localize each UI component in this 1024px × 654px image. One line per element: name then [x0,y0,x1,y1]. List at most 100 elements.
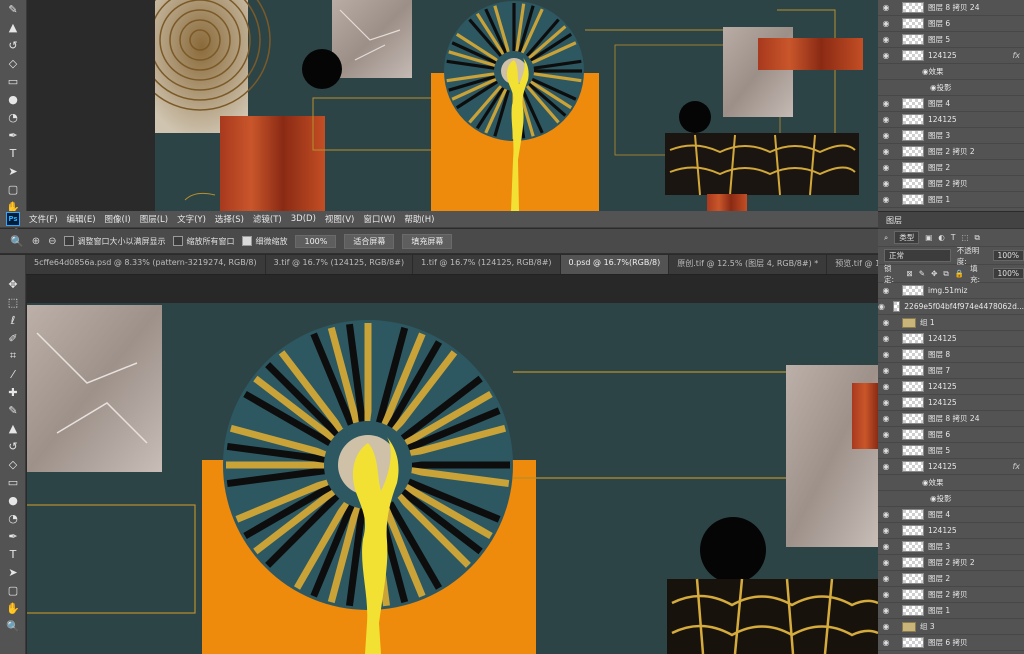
eye-icon[interactable]: ◉ [878,526,894,535]
eye-icon[interactable]: ◉ [878,302,885,311]
layer-row[interactable]: ◉ 图层 1 [878,603,1024,619]
layer-row[interactable]: ◉ 图层 1 [878,192,1024,208]
eye-icon[interactable]: ◉ [878,3,894,12]
layer-row[interactable]: ◉ 124125 [878,395,1024,411]
eye-icon[interactable]: ◉ [878,542,894,551]
menu-layer[interactable]: 图层(L) [140,213,168,225]
eye-icon[interactable]: ◉ [878,622,894,631]
layer-row[interactable]: ◉ 图层 4 [878,507,1024,523]
dodge-icon[interactable]: ◔ [0,509,26,527]
layer-row[interactable]: ◉ 图层 8 拷贝 24 [878,411,1024,427]
document-tab[interactable]: 5cffe64d0856a.psd @ 8.33% (pattern-32192… [26,255,266,274]
pen-icon[interactable]: ✒ [0,527,26,545]
layer-row[interactable]: ◉ 效果 [878,64,1024,80]
menu-type[interactable]: 文字(Y) [177,213,206,225]
eye-icon[interactable]: ◉ [878,414,894,423]
layer-row[interactable]: ◉ 投影 [878,80,1024,96]
layer-row[interactable]: ◉组 3 [878,208,1024,211]
document-tab[interactable]: 原创.tif @ 12.5% (图层 4, RGB/8#) * [669,255,828,274]
blur-icon[interactable]: ● [0,491,26,509]
zoom-all-windows-checkbox[interactable]: 缩放所有窗口 [173,236,234,247]
eye-icon[interactable]: ◉ [878,286,894,295]
healing-icon[interactable]: ✚ [0,383,26,401]
zoom-tool-icon[interactable]: 🔍 [10,235,24,248]
path-select-icon[interactable]: ➤ [0,162,26,180]
eye-icon[interactable]: ◉ [878,510,894,519]
layer-row[interactable]: ◉ 图层 5 [878,32,1024,48]
lock-move-icon[interactable]: ✥ [931,269,937,278]
layer-row[interactable]: ◉ img.51miz [878,283,1024,299]
lock-transparent-icon[interactable]: ⊠ [906,269,912,278]
lock-all-icon[interactable]: 🔒 [955,269,964,278]
layer-row[interactable]: ◉ 图层 5 [878,443,1024,459]
layer-row[interactable]: ◉ 图层 2 拷贝 2 [878,144,1024,160]
eraser-icon[interactable]: ◇ [0,54,26,72]
stamp-icon[interactable]: ▲ [0,419,26,437]
layer-row[interactable]: ◉ 图层 8 [878,347,1024,363]
lock-paint-icon[interactable]: ✎ [919,269,925,278]
layer-row[interactable]: ◉ 图层 8 拷贝 24 [878,0,1024,16]
path-select-icon[interactable]: ➤ [0,563,26,581]
filter-type-icon[interactable]: T [951,233,956,242]
quick-select-icon[interactable]: ✐ [0,329,26,347]
eye-icon[interactable]: ◉ [878,590,894,599]
gradient-icon[interactable]: ▭ [0,473,26,491]
layer-row[interactable]: ◉ 图层 6 拷贝 [878,635,1024,651]
menu-edit[interactable]: 编辑(E) [67,213,96,225]
fit-screen-button[interactable]: 适合屏幕 [344,233,395,249]
layer-row[interactable]: ◉ 图层 2 拷贝 [878,587,1024,603]
move-icon[interactable]: ✥ [0,275,26,293]
menu-select[interactable]: 选择(S) [215,213,244,225]
eye-icon[interactable]: ◉ [878,35,894,44]
zoom-in-icon[interactable]: ⊕ [32,236,40,247]
crop-icon[interactable]: ⌗ [0,347,26,365]
eye-icon[interactable]: ◉ [878,131,894,140]
document-tab[interactable]: 预览.tif @ 12.5% [827,255,878,274]
hand-icon[interactable]: ✋ [0,599,26,617]
eye-icon[interactable]: ◉ [878,334,894,343]
layer-row[interactable]: ◉ 投影 [878,491,1024,507]
eye-icon[interactable]: ◉ [878,574,894,583]
layer-row[interactable]: ◉ 124125 [878,379,1024,395]
layer-row[interactable]: ◉ 图层 3 [878,539,1024,555]
layer-row[interactable]: ◉ 2269e5f04bf4f974e4478062d... [878,299,1024,315]
layer-row[interactable]: ◉ 124125 [878,112,1024,128]
document-tab[interactable]: 0.psd @ 16.7%(RGB/8) [560,255,670,274]
layer-row[interactable]: ◉ 图层 7 [878,363,1024,379]
brush-icon[interactable]: ✎ [0,0,26,18]
eye-icon[interactable]: ◉ [878,638,894,647]
filter-adjust-icon[interactable]: ◐ [938,233,945,242]
lock-artboard-icon[interactable]: ⧉ [943,269,948,279]
layer-row[interactable]: ◉ 124125 [878,523,1024,539]
type-icon[interactable]: T [0,545,26,563]
eye-icon[interactable]: ◉ [878,606,894,615]
layer-row[interactable]: ◉ 效果 [878,475,1024,491]
eye-icon[interactable]: ◉ [878,350,894,359]
menu-filter[interactable]: 滤镜(T) [253,213,282,225]
eye-icon[interactable]: ◉ [878,195,894,204]
eye-icon[interactable]: ◉ [878,430,894,439]
layer-effects-badge[interactable]: fx [1012,51,1020,60]
document-tab[interactable]: 3.tif @ 16.7% (124125, RGB/8#) [266,255,414,274]
fill-screen-button[interactable]: 填充屏幕 [402,233,453,249]
layer-row[interactable]: ◉ 图层 2 拷贝 [878,176,1024,192]
eye-icon[interactable]: ◉ [878,147,894,156]
brush-icon[interactable]: ✎ [0,401,26,419]
layer-filter-select[interactable]: 类型 [894,231,920,244]
menu-file[interactable]: 文件(F) [29,213,58,225]
filter-shape-icon[interactable]: ⬚ [961,233,968,242]
fill-input[interactable]: 100% [992,268,1024,279]
eye-icon[interactable]: ◉ [878,366,894,375]
menu-image[interactable]: 图像(I) [105,213,131,225]
stamp-icon[interactable]: ▲ [0,18,26,36]
canvas-top[interactable] [155,0,878,211]
eye-icon[interactable]: ◉ [878,318,894,327]
eye-icon[interactable]: ◉ [878,179,894,188]
eyedropper-icon[interactable]: ⁄ [0,365,26,383]
lasso-icon[interactable]: ℓ [0,311,26,329]
menu-window[interactable]: 窗口(W) [363,213,395,225]
zoom-100-button[interactable]: 100% [295,234,337,248]
filter-smart-icon[interactable]: ⧉ [975,233,980,243]
layer-row[interactable]: ◉ 图层 4 [878,96,1024,112]
resize-windows-checkbox[interactable]: 调整窗口大小以满屏显示 [64,236,165,247]
